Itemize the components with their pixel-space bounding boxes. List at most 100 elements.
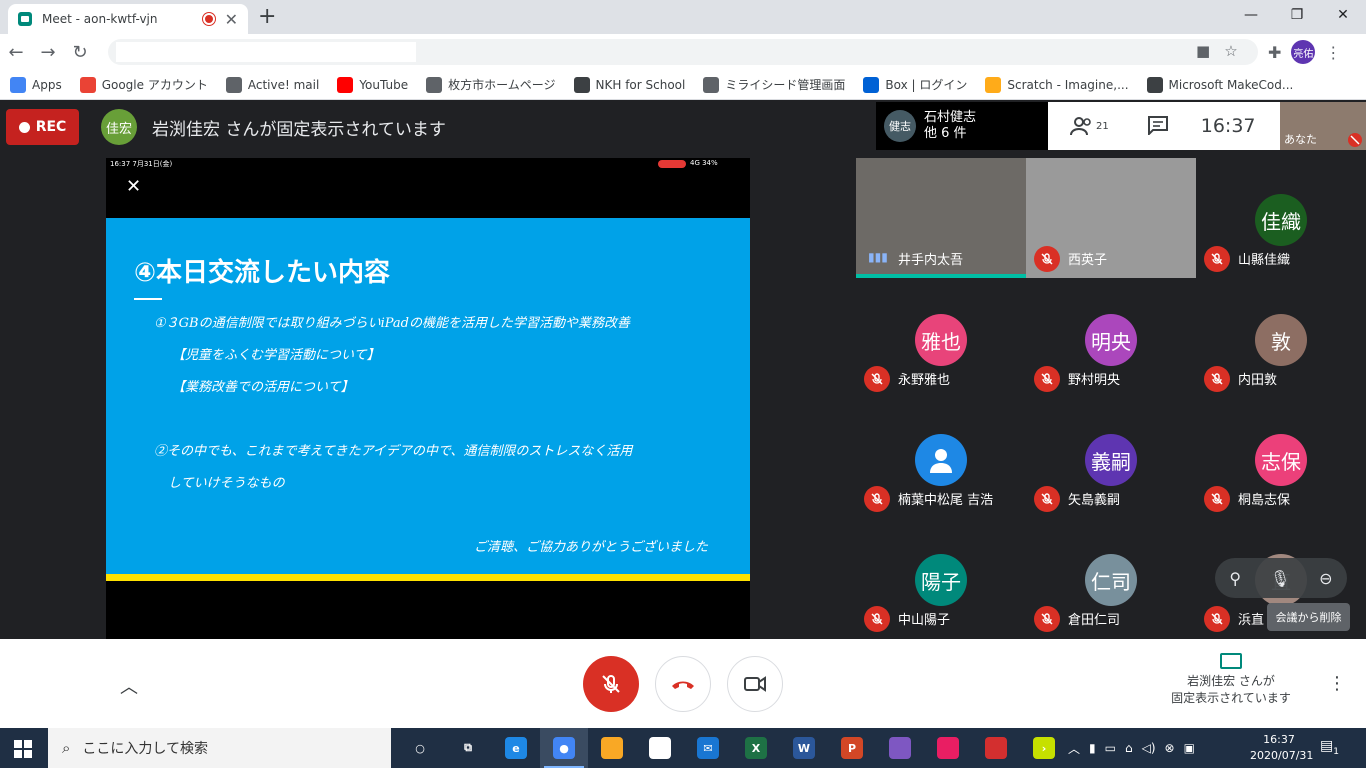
windows-start-icon[interactable] xyxy=(14,740,32,758)
bookmarks-bar: Apps Google アカウント Active! mail YouTube 枚方市ホー… xyxy=(0,70,1366,100)
self-view[interactable]: あなた xyxy=(1280,102,1366,150)
bookmark-item[interactable]: Active! mail xyxy=(225,76,320,93)
profile-avatar[interactable]: 亮佑 xyxy=(1291,40,1316,64)
notification-icon[interactable]: ▤1 xyxy=(1320,738,1339,757)
close-circle-icon[interactable]: ⊗ xyxy=(1165,741,1175,755)
participant-avatar: 仁司 xyxy=(1085,554,1137,606)
participant-name: 中山陽子 xyxy=(898,613,951,628)
taskbar-search[interactable]: ⌕ ここに入力して検索 xyxy=(48,728,391,768)
more-options-icon[interactable]: ⋮ xyxy=(1328,673,1346,694)
bookmark-item[interactable]: Google アカウント xyxy=(79,76,208,93)
participant-tile[interactable]: 明央 野村明央 xyxy=(1026,278,1196,398)
bookmark-item[interactable]: ミライシード管理画面 xyxy=(703,76,845,93)
bookmark-item[interactable]: Box | ログイン xyxy=(863,76,967,93)
bookmark-star-icon[interactable]: ☆ xyxy=(1224,42,1237,60)
participant-tile[interactable]: 雅也 永野雅也 xyxy=(856,278,1026,398)
participant-tile[interactable]: 仁司 倉田仁司 xyxy=(1026,518,1196,638)
excel-icon: X xyxy=(745,737,767,759)
participant-tile[interactable]: 楠葉中松尾 吉浩 xyxy=(856,398,1026,518)
youtube-icon xyxy=(337,76,354,93)
people-button[interactable]: 21 xyxy=(1070,116,1109,136)
taskbar-app[interactable]: ⧉ xyxy=(444,728,492,768)
reload-icon[interactable]: ↻ xyxy=(64,42,96,63)
taskbar-app[interactable] xyxy=(972,728,1020,768)
battery-icon[interactable]: ▭ xyxy=(1105,741,1116,755)
chevron-up-tray-icon[interactable]: ︿ xyxy=(1068,740,1080,757)
microphone-toggle-button[interactable] xyxy=(583,656,639,712)
speaker-info[interactable]: 健志 石村健志 他 6 件 xyxy=(876,102,1048,150)
bookmark-item[interactable]: YouTube xyxy=(337,76,408,93)
participant-tile[interactable]: 志保 桐島志保 xyxy=(1196,398,1366,518)
participant-tile[interactable]: 西英子 xyxy=(1026,158,1196,278)
chat-icon xyxy=(1147,115,1168,136)
globe-icon xyxy=(703,76,720,93)
close-icon[interactable]: ✕ xyxy=(126,176,141,197)
address-bar[interactable] xyxy=(108,39,1258,65)
mic-off-icon xyxy=(1348,133,1362,147)
new-tab-button[interactable]: + xyxy=(258,4,276,29)
chevron-up-icon[interactable]: ︿ xyxy=(120,673,138,699)
taskbar-clock[interactable]: 16:37 2020/07/31 xyxy=(1250,732,1313,764)
volume-icon[interactable]: ◁) xyxy=(1142,741,1156,755)
close-window-icon[interactable]: ✕ xyxy=(1320,0,1366,30)
chrome-menu-icon[interactable]: ⋮ xyxy=(1325,43,1341,62)
camera-toggle-button[interactable] xyxy=(727,656,783,712)
taskbar-app[interactable] xyxy=(636,728,684,768)
participant-tile[interactable]: 義嗣 矢島義嗣 xyxy=(1026,398,1196,518)
chat-button[interactable] xyxy=(1147,115,1169,138)
remove-participant-icon[interactable]: ⊖ xyxy=(1319,569,1332,588)
taskbar-app[interactable]: ○ xyxy=(396,728,444,768)
extensions-icon[interactable]: ✚ xyxy=(1268,43,1281,62)
mic-tray-icon[interactable]: ▮ xyxy=(1089,741,1096,755)
bookmark-item[interactable]: Apps xyxy=(10,76,62,93)
hang-up-icon xyxy=(672,681,694,689)
participant-tile[interactable]: 佳織 山縣佳織 xyxy=(1196,158,1366,278)
bookmark-label: Active! mail xyxy=(247,77,320,92)
bookmark-item[interactable]: NKH for School xyxy=(573,76,685,93)
pin-icon[interactable]: ⚲ xyxy=(1229,569,1241,588)
address-input[interactable] xyxy=(116,42,416,62)
edge-icon: e xyxy=(505,737,527,759)
taskbar-app[interactable]: X xyxy=(732,728,780,768)
mic-off-icon xyxy=(602,675,620,693)
remove-tooltip: 会議から削除 xyxy=(1267,603,1350,631)
folder-icon xyxy=(601,737,623,759)
slide-line-1: ①３GBの通信制限では取り組みづらいiPadの機能を活用した学習活動や業務改善 xyxy=(154,316,630,331)
tab-meet[interactable]: Meet - aon-kwtf-vjn ✕ xyxy=(8,4,248,34)
bookmark-item[interactable]: Scratch - Imagine,... xyxy=(985,76,1129,93)
ime-icon[interactable]: ▣ xyxy=(1184,741,1195,755)
taskbar-app[interactable]: ✉ xyxy=(684,728,732,768)
taskbar-time: 16:37 xyxy=(1263,733,1295,746)
mute-participant-icon[interactable]: 🎙︎ xyxy=(1270,569,1290,588)
meet-stage: REC 佳宏 岩渕佳宏 さんが固定表示されています 16:37 7月31日(金)… xyxy=(0,101,1366,639)
taskbar-app[interactable]: e xyxy=(492,728,540,768)
network-icon[interactable]: ⌂ xyxy=(1125,741,1133,755)
participant-tile[interactable]: 敦内田敦 xyxy=(1196,278,1366,398)
presentation-status[interactable]: 岩渕佳宏 さんが 固定表示されています xyxy=(1158,653,1304,707)
participant-name: 西英子 xyxy=(1068,253,1108,268)
mail-icon: ✉ xyxy=(697,737,719,759)
restore-icon[interactable]: ❐ xyxy=(1274,0,1320,30)
minimize-icon[interactable]: — xyxy=(1228,0,1274,30)
recording-button[interactable]: REC xyxy=(6,109,79,145)
participant-tile[interactable]: ▮▮▮ 井手内太吾 xyxy=(856,158,1026,278)
bookmark-item[interactable]: 枚方市ホームページ xyxy=(426,76,556,93)
forward-icon[interactable]: → xyxy=(32,42,64,63)
taskbar-app[interactable]: P xyxy=(828,728,876,768)
tile-hover-controls: ⚲ 🎙︎ ⊖ xyxy=(1215,558,1347,598)
taskbar-app[interactable]: W xyxy=(780,728,828,768)
taskbar-app[interactable] xyxy=(588,728,636,768)
camera-icon[interactable]: ■ xyxy=(1196,42,1210,60)
taskbar-app[interactable]: › xyxy=(1020,728,1068,768)
mic-off-icon xyxy=(864,366,890,392)
mic-off-icon xyxy=(864,486,890,512)
bookmark-item[interactable]: Microsoft MakeCod... xyxy=(1146,76,1294,93)
taskbar-app[interactable]: ● xyxy=(540,728,588,768)
leave-call-button[interactable] xyxy=(655,656,711,712)
taskbar-app[interactable] xyxy=(876,728,924,768)
close-tab-icon[interactable]: ✕ xyxy=(225,10,238,29)
taskbar-app[interactable] xyxy=(924,728,972,768)
participant-tile[interactable]: 陽子 中山陽子 xyxy=(856,518,1026,638)
bookmark-label: Microsoft MakeCod... xyxy=(1168,77,1294,92)
back-icon[interactable]: ← xyxy=(0,42,32,63)
